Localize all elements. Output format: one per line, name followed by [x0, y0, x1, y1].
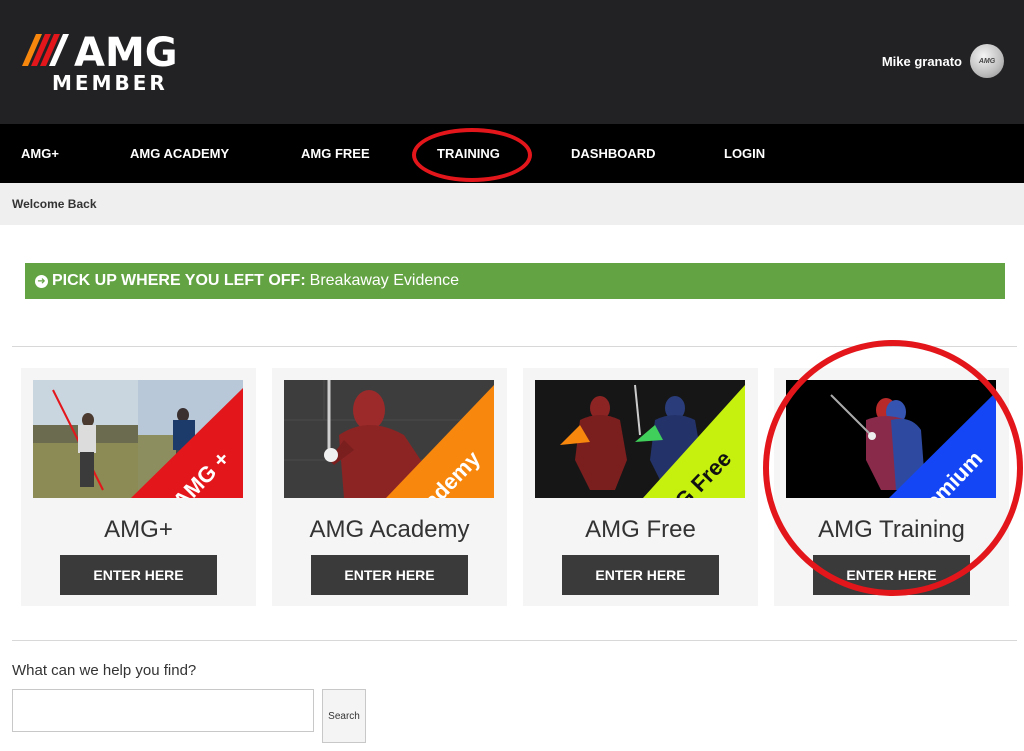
- user-menu[interactable]: Mike granato AMG: [882, 44, 1004, 78]
- amg-plus-thumbnail[interactable]: AMG +: [33, 380, 243, 498]
- amg-academy-thumbnail[interactable]: Academy: [284, 380, 494, 498]
- nav-item-amg-free[interactable]: AMG FREE: [301, 124, 370, 183]
- nav-item-login[interactable]: LOGIN: [724, 124, 765, 183]
- card-amg-training: Premium AMG Training ENTER HERE: [774, 368, 1009, 606]
- card-title: AMG Training: [818, 516, 965, 543]
- nav-item-training[interactable]: TRAINING: [437, 124, 500, 183]
- card-title: AMG Academy: [309, 516, 470, 543]
- search-input[interactable]: [12, 689, 314, 732]
- card-amg-plus: AMG + AMG+ ENTER HERE: [21, 368, 256, 606]
- nav-item-amg-academy[interactable]: AMG ACADEMY: [130, 124, 229, 183]
- user-name[interactable]: Mike granato: [882, 54, 962, 69]
- nav-item-dashboard[interactable]: DASHBOARD: [571, 124, 656, 183]
- amg-member-logo[interactable]: AMG MEMBER: [22, 30, 262, 95]
- enter-amg-free-button[interactable]: ENTER HERE: [562, 555, 719, 595]
- resume-lesson-link[interactable]: Breakaway Evidence: [310, 272, 459, 290]
- avatar[interactable]: AMG: [970, 44, 1004, 78]
- breadcrumb: Welcome Back: [0, 183, 1024, 225]
- divider: [12, 346, 1017, 347]
- search-prompt: What can we help you find?: [12, 662, 197, 679]
- enter-amg-training-button[interactable]: ENTER HERE: [813, 555, 970, 595]
- amg-training-thumbnail[interactable]: Premium: [786, 380, 996, 498]
- enter-amg-academy-button[interactable]: ENTER HERE: [311, 555, 468, 595]
- logo-text: AMG: [74, 30, 178, 76]
- card-amg-academy: Academy AMG Academy ENTER HERE: [272, 368, 507, 606]
- resume-banner[interactable]: ➜ PICK UP WHERE YOU LEFT OFF: Breakaway …: [25, 263, 1005, 299]
- enter-amg-plus-button[interactable]: ENTER HERE: [60, 555, 217, 595]
- amg-free-thumbnail[interactable]: AMG Free: [535, 380, 745, 498]
- main-nav: AMG+ AMG ACADEMY AMG FREE TRAINING DASHB…: [0, 124, 1024, 183]
- welcome-text: Welcome Back: [12, 197, 97, 211]
- search-button[interactable]: Search: [322, 689, 366, 743]
- card-title: AMG Free: [585, 516, 696, 543]
- divider: [12, 640, 1017, 641]
- site-header: AMG MEMBER Mike granato AMG: [0, 0, 1024, 124]
- arrow-right-circle-icon: ➜: [35, 274, 48, 288]
- card-amg-free: AMG Free AMG Free ENTER HERE: [523, 368, 758, 606]
- logo-subtext: MEMBER: [52, 71, 168, 94]
- resume-label: PICK UP WHERE YOU LEFT OFF:: [52, 272, 306, 289]
- nav-item-amg-plus[interactable]: AMG+: [21, 124, 59, 183]
- card-title: AMG+: [104, 516, 173, 543]
